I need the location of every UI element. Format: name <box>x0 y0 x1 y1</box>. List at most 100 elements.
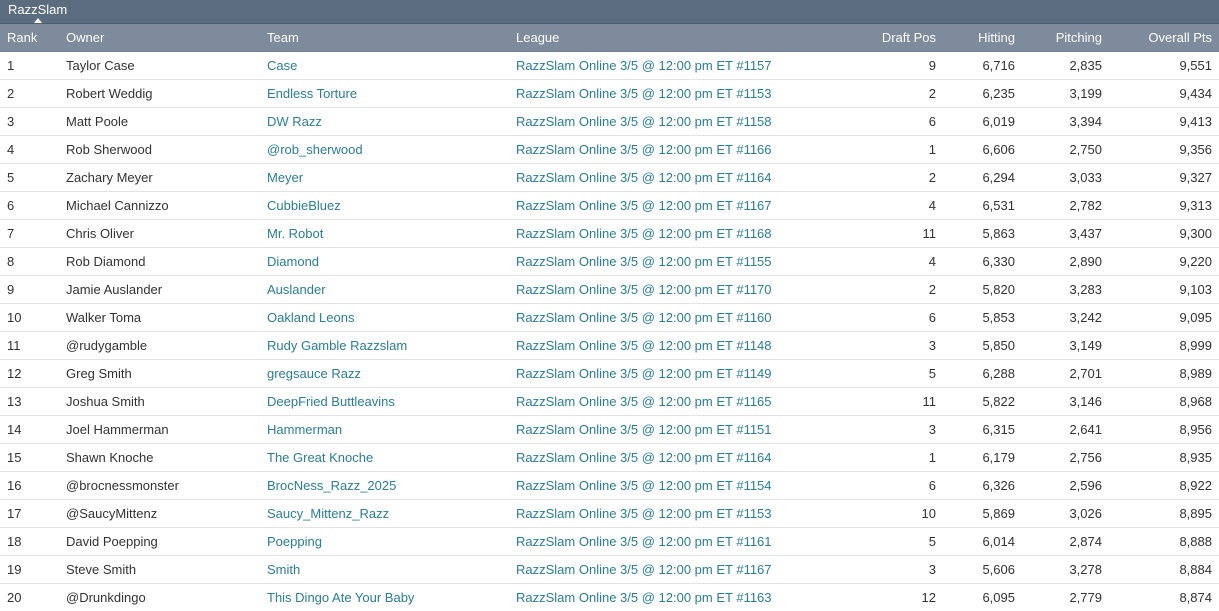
team-link[interactable]: @rob_sherwood <box>267 142 363 157</box>
column-header-pitching[interactable]: Pitching <box>1022 24 1109 52</box>
league-link[interactable]: RazzSlam Online 3/5 @ 12:00 pm ET #1168 <box>516 226 772 241</box>
overall-pts-cell: 8,935 <box>1109 443 1219 472</box>
hitting-cell: 5,863 <box>943 219 1022 248</box>
column-header-team[interactable]: Team <box>260 24 509 52</box>
table-row: 1 Taylor Case Case RazzSlam Online 3/5 @… <box>0 51 1219 80</box>
team-cell: Saucy_Mittenz_Razz <box>260 499 509 528</box>
team-link[interactable]: Mr. Robot <box>267 226 323 241</box>
league-link[interactable]: RazzSlam Online 3/5 @ 12:00 pm ET #1158 <box>516 114 772 129</box>
team-link[interactable]: DW Razz <box>267 114 322 129</box>
tab-razzslam[interactable]: RazzSlam <box>0 0 75 23</box>
team-link[interactable]: Poepping <box>267 534 322 549</box>
league-link[interactable]: RazzSlam Online 3/5 @ 12:00 pm ET #1164 <box>516 170 772 185</box>
rank-cell: 16 <box>0 471 59 500</box>
overall-pts-cell: 9,434 <box>1109 79 1219 108</box>
team-cell: DeepFried Buttleavins <box>260 387 509 416</box>
owner-cell: Chris Oliver <box>59 219 260 248</box>
overall-pts-cell: 9,103 <box>1109 275 1219 304</box>
team-link[interactable]: Auslander <box>267 282 326 297</box>
pitching-cell: 2,835 <box>1022 51 1109 80</box>
league-link[interactable]: RazzSlam Online 3/5 @ 12:00 pm ET #1153 <box>516 86 772 101</box>
league-cell: RazzSlam Online 3/5 @ 12:00 pm ET #1164 <box>509 443 843 472</box>
team-link[interactable]: Diamond <box>267 254 319 269</box>
owner-cell: Michael Cannizzo <box>59 191 260 220</box>
team-link[interactable]: DeepFried Buttleavins <box>267 394 395 409</box>
league-link[interactable]: RazzSlam Online 3/5 @ 12:00 pm ET #1155 <box>516 254 772 269</box>
team-link[interactable]: This Dingo Ate Your Baby <box>267 590 414 605</box>
team-cell: DW Razz <box>260 107 509 136</box>
league-cell: RazzSlam Online 3/5 @ 12:00 pm ET #1165 <box>509 387 843 416</box>
team-link[interactable]: Saucy_Mittenz_Razz <box>267 506 389 521</box>
league-cell: RazzSlam Online 3/5 @ 12:00 pm ET #1163 <box>509 583 843 611</box>
hitting-cell: 6,326 <box>943 471 1022 500</box>
team-link[interactable]: Rudy Gamble Razzslam <box>267 338 407 353</box>
team-link[interactable]: The Great Knoche <box>267 450 373 465</box>
owner-cell: Zachary Meyer <box>59 163 260 192</box>
team-link[interactable]: Meyer <box>267 170 303 185</box>
league-link[interactable]: RazzSlam Online 3/5 @ 12:00 pm ET #1157 <box>516 58 772 73</box>
league-cell: RazzSlam Online 3/5 @ 12:00 pm ET #1158 <box>509 107 843 136</box>
team-link[interactable]: Smith <box>267 562 300 577</box>
league-link[interactable]: RazzSlam Online 3/5 @ 12:00 pm ET #1165 <box>516 394 772 409</box>
team-link[interactable]: CubbieBluez <box>267 198 341 213</box>
table-row: 12 Greg Smith gregsauce Razz RazzSlam On… <box>0 359 1219 388</box>
league-link[interactable]: RazzSlam Online 3/5 @ 12:00 pm ET #1170 <box>516 282 772 297</box>
league-link[interactable]: RazzSlam Online 3/5 @ 12:00 pm ET #1154 <box>516 478 772 493</box>
league-cell: RazzSlam Online 3/5 @ 12:00 pm ET #1167 <box>509 555 843 584</box>
team-link[interactable]: Case <box>267 58 297 73</box>
league-link[interactable]: RazzSlam Online 3/5 @ 12:00 pm ET #1153 <box>516 506 772 521</box>
league-link[interactable]: RazzSlam Online 3/5 @ 12:00 pm ET #1166 <box>516 142 772 157</box>
overall-pts-cell: 9,356 <box>1109 135 1219 164</box>
league-link[interactable]: RazzSlam Online 3/5 @ 12:00 pm ET #1167 <box>516 562 772 577</box>
league-link[interactable]: RazzSlam Online 3/5 @ 12:00 pm ET #1163 <box>516 590 772 605</box>
rank-cell: 12 <box>0 359 59 388</box>
draft-pos-cell: 3 <box>843 331 943 360</box>
owner-cell: Rob Diamond <box>59 247 260 276</box>
team-link[interactable]: Endless Torture <box>267 86 357 101</box>
draft-pos-cell: 5 <box>843 527 943 556</box>
pitching-cell: 3,278 <box>1022 555 1109 584</box>
owner-cell: Rob Sherwood <box>59 135 260 164</box>
rank-cell: 4 <box>0 135 59 164</box>
pitching-cell: 3,149 <box>1022 331 1109 360</box>
table-row: 15 Shawn Knoche The Great Knoche RazzSla… <box>0 443 1219 472</box>
pitching-cell: 2,750 <box>1022 135 1109 164</box>
table-row: 4 Rob Sherwood @rob_sherwood RazzSlam On… <box>0 135 1219 164</box>
overall-pts-cell: 9,220 <box>1109 247 1219 276</box>
league-link[interactable]: RazzSlam Online 3/5 @ 12:00 pm ET #1149 <box>516 366 772 381</box>
league-link[interactable]: RazzSlam Online 3/5 @ 12:00 pm ET #1164 <box>516 450 772 465</box>
column-header-owner[interactable]: Owner <box>59 24 260 52</box>
team-cell: The Great Knoche <box>260 443 509 472</box>
draft-pos-cell: 12 <box>843 583 943 611</box>
column-header-draft-pos[interactable]: Draft Pos <box>843 24 943 52</box>
draft-pos-cell: 6 <box>843 303 943 332</box>
pitching-cell: 3,199 <box>1022 79 1109 108</box>
column-header-rank[interactable]: Rank <box>0 24 59 52</box>
overall-pts-cell: 8,895 <box>1109 499 1219 528</box>
hitting-cell: 6,330 <box>943 247 1022 276</box>
column-header-overall-pts[interactable]: Overall Pts <box>1109 24 1219 52</box>
team-link[interactable]: gregsauce Razz <box>267 366 361 381</box>
hitting-cell: 6,095 <box>943 583 1022 611</box>
hitting-cell: 5,869 <box>943 499 1022 528</box>
column-header-hitting[interactable]: Hitting <box>943 24 1022 52</box>
team-cell: gregsauce Razz <box>260 359 509 388</box>
league-link[interactable]: RazzSlam Online 3/5 @ 12:00 pm ET #1167 <box>516 198 772 213</box>
column-header-league[interactable]: League <box>509 24 843 52</box>
team-link[interactable]: Hammerman <box>267 422 342 437</box>
owner-cell: @SaucyMittenz <box>59 499 260 528</box>
draft-pos-cell: 11 <box>843 387 943 416</box>
owner-cell: Steve Smith <box>59 555 260 584</box>
hitting-cell: 5,853 <box>943 303 1022 332</box>
table-row: 8 Rob Diamond Diamond RazzSlam Online 3/… <box>0 247 1219 276</box>
team-link[interactable]: Oakland Leons <box>267 310 354 325</box>
standings-table: Rank Owner Team League Draft Pos Hitting… <box>0 24 1219 611</box>
league-link[interactable]: RazzSlam Online 3/5 @ 12:00 pm ET #1160 <box>516 310 772 325</box>
draft-pos-cell: 3 <box>843 555 943 584</box>
team-link[interactable]: BrocNess_Razz_2025 <box>267 478 396 493</box>
league-link[interactable]: RazzSlam Online 3/5 @ 12:00 pm ET #1151 <box>516 422 772 437</box>
league-link[interactable]: RazzSlam Online 3/5 @ 12:00 pm ET #1148 <box>516 338 772 353</box>
draft-pos-cell: 9 <box>843 51 943 80</box>
team-cell: Hammerman <box>260 415 509 444</box>
league-link[interactable]: RazzSlam Online 3/5 @ 12:00 pm ET #1161 <box>516 534 772 549</box>
